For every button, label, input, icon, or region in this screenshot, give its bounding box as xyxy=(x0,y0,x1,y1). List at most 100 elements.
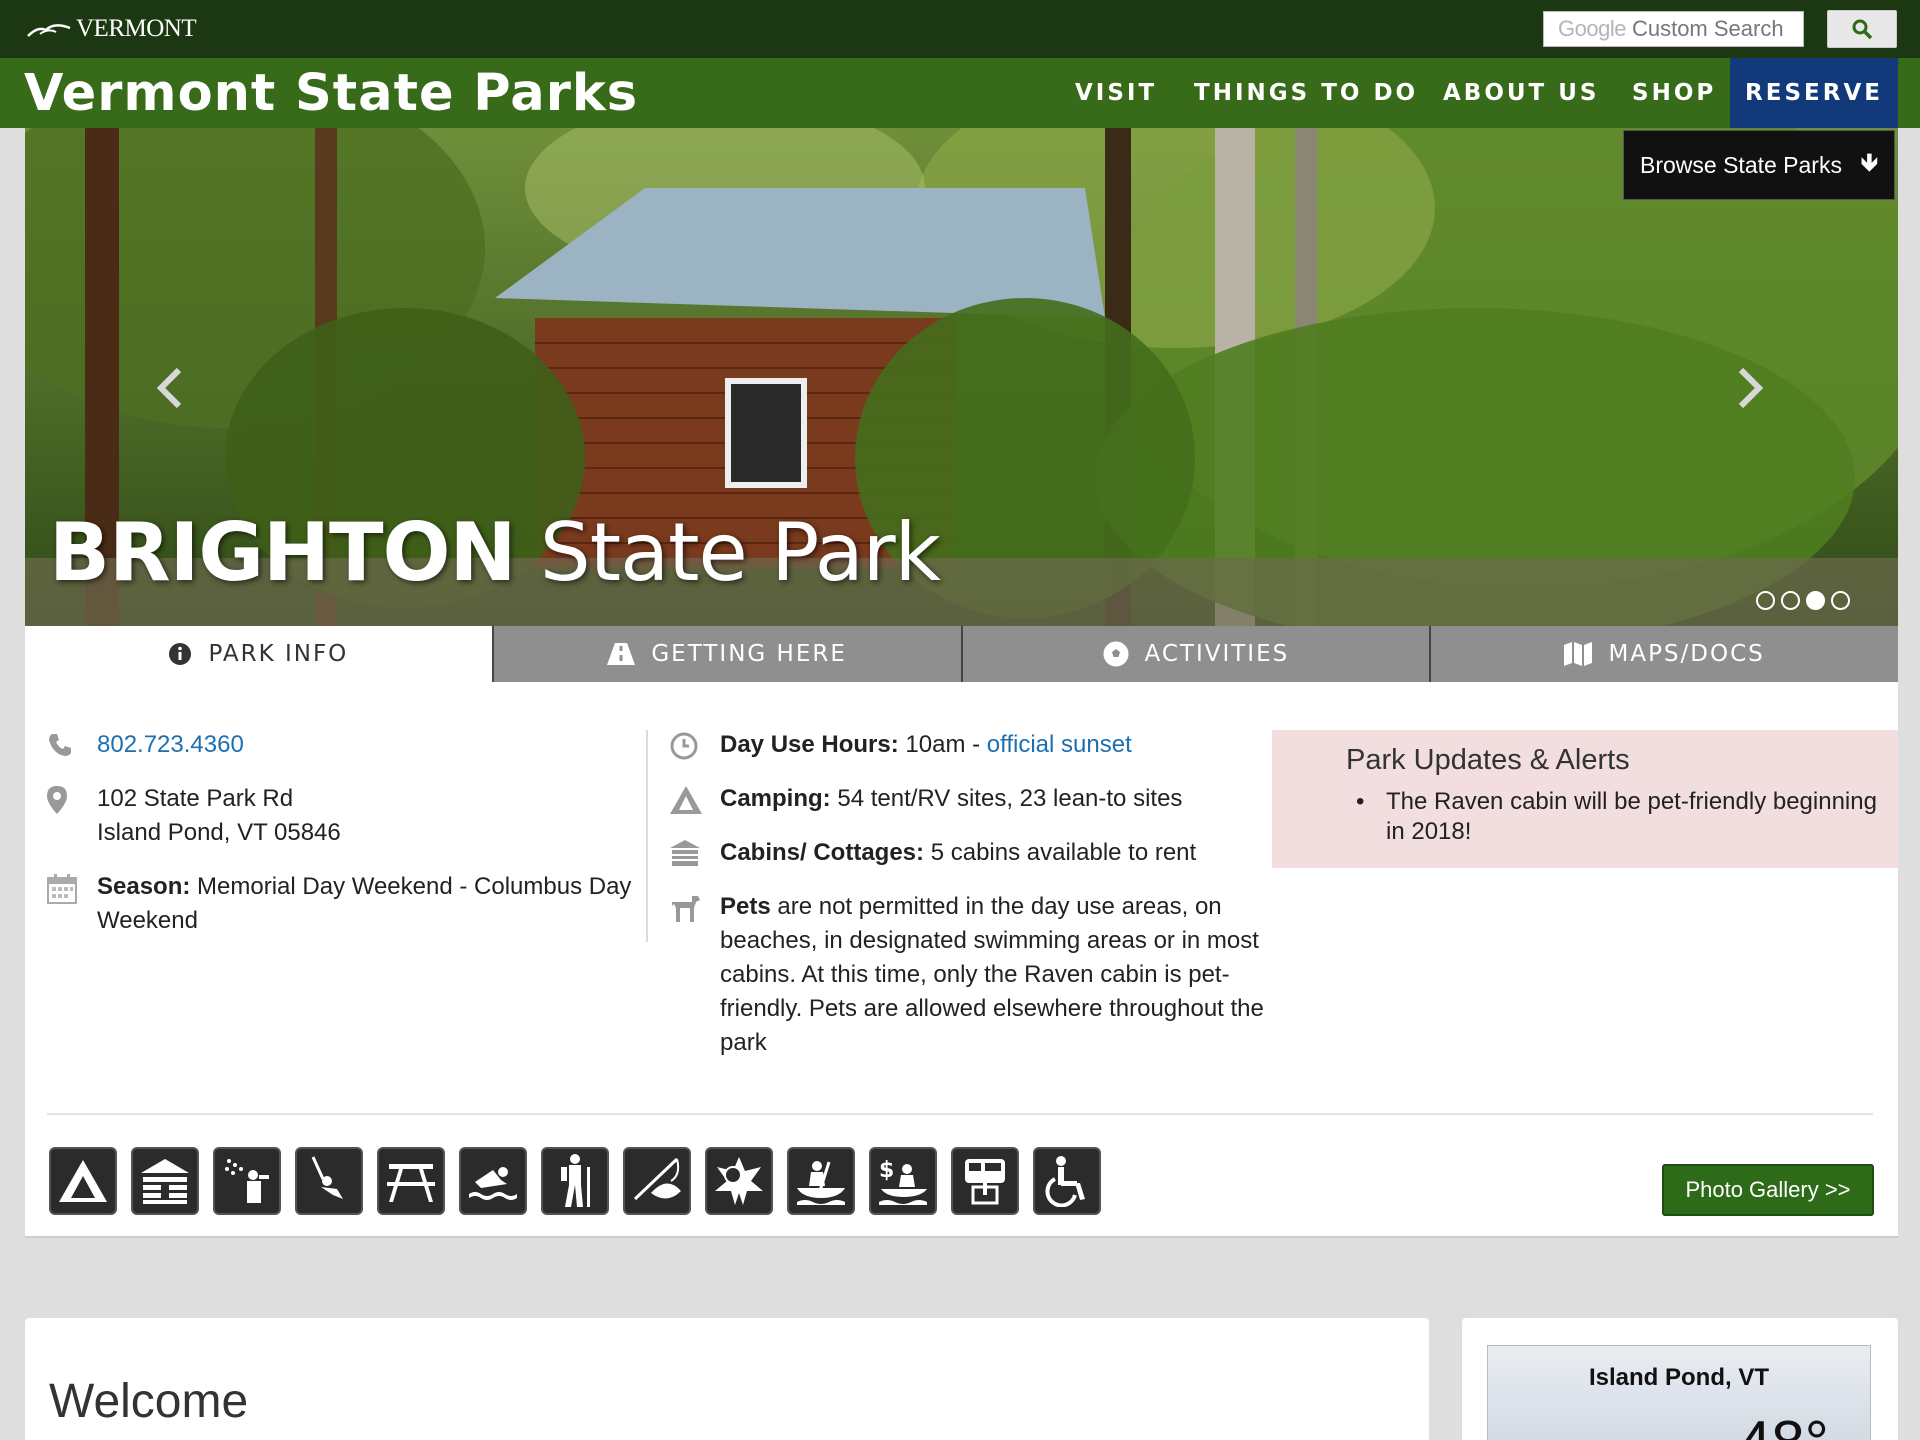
alerts-title: Park Updates & Alerts xyxy=(1346,744,1630,776)
phone-row: 802.723.4360 xyxy=(47,728,653,762)
soccer-ball-icon xyxy=(1103,641,1129,667)
photo-gallery-button[interactable]: Photo Gallery >> xyxy=(1662,1164,1874,1216)
alert-item: The Raven cabin will be pet-friendly beg… xyxy=(1346,787,1898,847)
shower-icon[interactable] xyxy=(213,1147,281,1215)
browse-parks-label: Browse State Parks xyxy=(1640,151,1842,178)
cabin-icon[interactable] xyxy=(131,1147,199,1215)
svg-text:$: $ xyxy=(879,1158,894,1183)
park-tabs: PARK INFO GETTING HERE ACTIVITIES MAPS/D… xyxy=(25,626,1898,682)
carousel-dot-active[interactable] xyxy=(1806,591,1825,610)
day-use-row: Day Use Hours: 10am - official sunset xyxy=(670,728,1270,762)
swimming-icon[interactable] xyxy=(459,1147,527,1215)
cabins-value: 5 cabins available to rent xyxy=(924,839,1197,866)
tent-icon xyxy=(670,782,720,816)
address-row: 102 State Park Rd Island Pond, VT 05846 xyxy=(47,782,653,850)
official-sunset-link[interactable]: official sunset xyxy=(987,731,1132,758)
day-use-label: Day Use Hours: xyxy=(720,731,899,758)
carousel-dot[interactable] xyxy=(1831,591,1850,610)
top-bar: VERMONT Google Custom Search xyxy=(0,0,1920,58)
carousel-prev-button[interactable] xyxy=(145,353,195,423)
canoe-icon[interactable] xyxy=(787,1147,855,1215)
address-line-2: Island Pond, VT 05846 xyxy=(97,819,341,846)
playground-icon[interactable] xyxy=(295,1147,363,1215)
vermont-logo[interactable]: VERMONT xyxy=(26,12,197,46)
tab-maps-docs-label: MAPS/DOCS xyxy=(1608,641,1765,667)
park-alerts: Park Updates & Alerts The Raven cabin wi… xyxy=(1272,730,1898,868)
phone-icon xyxy=(47,728,97,762)
pets-label: Pets xyxy=(720,893,771,920)
dog-icon xyxy=(670,890,720,1060)
divider xyxy=(47,1113,1873,1115)
camping-value: 54 tent/RV sites, 23 lean-to sites xyxy=(830,785,1183,812)
dump-station-icon[interactable] xyxy=(951,1147,1019,1215)
facilities-column: Day Use Hours: 10am - official sunset Ca… xyxy=(670,728,1270,1080)
picnic-table-icon[interactable] xyxy=(377,1147,445,1215)
hiking-icon[interactable] xyxy=(541,1147,609,1215)
boat-rental-icon[interactable]: $ xyxy=(869,1147,937,1215)
site-title[interactable]: Vermont State Parks xyxy=(24,64,638,124)
clock-icon xyxy=(670,728,720,762)
park-info-panel: 802.723.4360 102 State Park Rd Island Po… xyxy=(25,682,1898,1238)
arrow-down-icon: 🡻 xyxy=(1860,148,1878,176)
address: 102 State Park Rd Island Pond, VT 05846 xyxy=(97,782,653,850)
camping-icon[interactable] xyxy=(49,1147,117,1215)
weather-widget: Island Pond, VT 48° xyxy=(1487,1345,1871,1440)
phone-link[interactable]: 802.723.4360 xyxy=(97,728,653,762)
tab-activities[interactable]: ACTIVITIES xyxy=(960,626,1430,682)
tab-park-info-label: PARK INFO xyxy=(208,641,349,667)
pets-value: are not permitted in the day use areas, … xyxy=(720,893,1264,1056)
nav-shop[interactable]: SHOP xyxy=(1632,58,1716,128)
magnifier-icon xyxy=(1852,19,1873,40)
camping: Camping: 54 tent/RV sites, 23 lean-to si… xyxy=(720,782,1270,816)
carousel-next-button[interactable] xyxy=(1725,353,1775,423)
carousel-dot[interactable] xyxy=(1756,591,1775,610)
google-brand: Google xyxy=(1558,16,1626,41)
carousel-dots xyxy=(1756,591,1850,610)
pets: Pets are not permitted in the day use ar… xyxy=(720,890,1270,1060)
info-icon xyxy=(168,642,192,666)
search-input[interactable]: Google Custom Search xyxy=(1543,11,1804,47)
season: Season: Memorial Day Weekend - Columbus … xyxy=(97,870,653,938)
cabins-label: Cabins/ Cottages: xyxy=(720,839,925,866)
carousel-dot[interactable] xyxy=(1781,591,1800,610)
camping-row: Camping: 54 tent/RV sites, 23 lean-to si… xyxy=(670,782,1270,816)
nav-visit[interactable]: VISIT xyxy=(1075,58,1157,128)
chevron-left-icon xyxy=(156,367,182,409)
tab-activities-label: ACTIVITIES xyxy=(1144,641,1290,667)
vermont-logo-text: VERMONT xyxy=(76,15,197,42)
cabin-icon xyxy=(670,836,720,870)
nav-about-us[interactable]: ABOUT US xyxy=(1443,58,1600,128)
browse-parks-button[interactable]: Browse State Parks 🡻 xyxy=(1623,130,1895,200)
contact-column: 802.723.4360 102 State Park Rd Island Po… xyxy=(47,728,653,958)
amenity-icons: $ xyxy=(49,1147,1101,1215)
tab-maps-docs[interactable]: MAPS/DOCS xyxy=(1429,626,1898,682)
day-use-hours: Day Use Hours: 10am - official sunset xyxy=(720,728,1270,762)
cabins-row: Cabins/ Cottages: 5 cabins available to … xyxy=(670,836,1270,870)
calendar-icon xyxy=(47,870,97,938)
hero-carousel: BRIGHTON State Park Browse State Parks 🡻 xyxy=(25,128,1898,626)
welcome-card: Welcome xyxy=(25,1318,1429,1440)
column-divider xyxy=(646,730,648,942)
nature-center-icon[interactable] xyxy=(705,1147,773,1215)
hero-title-rest: State Park xyxy=(515,506,941,599)
alerts-list: The Raven cabin will be pet-friendly beg… xyxy=(1346,787,1898,847)
season-label: Season: xyxy=(97,873,191,900)
weather-location: Island Pond, VT xyxy=(1588,1364,1769,1391)
tab-getting-here[interactable]: GETTING HERE xyxy=(491,626,961,682)
fishing-icon[interactable] xyxy=(623,1147,691,1215)
mountain-icon xyxy=(27,24,71,37)
camping-label: Camping: xyxy=(720,785,831,812)
main-nav: Vermont State Parks VISIT THINGS TO DO A… xyxy=(0,58,1920,128)
pets-row: Pets are not permitted in the day use ar… xyxy=(670,890,1270,1060)
tab-park-info[interactable]: PARK INFO xyxy=(25,626,492,682)
search-button[interactable] xyxy=(1827,10,1897,48)
nav-things-to-do[interactable]: THINGS TO DO xyxy=(1194,58,1418,128)
map-icon xyxy=(1564,642,1593,666)
accessible-icon[interactable] xyxy=(1033,1147,1101,1215)
weather-temperature: 48° xyxy=(1738,1408,1829,1440)
hero-title-bold: BRIGHTON xyxy=(49,506,516,599)
reserve-button[interactable]: RESERVE xyxy=(1730,58,1898,128)
welcome-title: Welcome xyxy=(49,1375,249,1428)
address-line-1: 102 State Park Rd xyxy=(97,785,294,812)
map-pin-icon xyxy=(47,782,97,850)
